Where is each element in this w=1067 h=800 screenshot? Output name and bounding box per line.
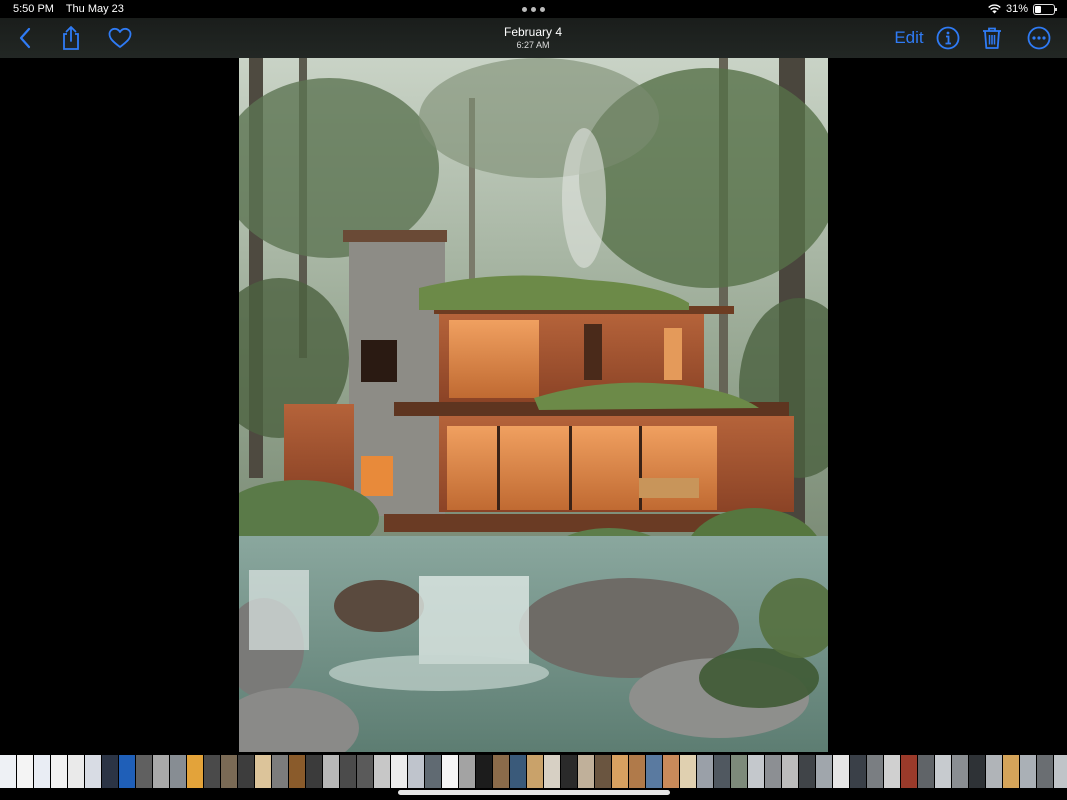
thumbnail[interactable] <box>0 755 16 788</box>
thumbnail[interactable] <box>748 755 764 788</box>
thumbnail[interactable] <box>1003 755 1019 788</box>
thumbnail[interactable] <box>595 755 611 788</box>
thumbnail[interactable] <box>850 755 866 788</box>
info-button[interactable] <box>934 24 962 52</box>
thumbnail[interactable] <box>1020 755 1036 788</box>
delete-button[interactable] <box>978 24 1006 52</box>
thumbnail[interactable] <box>408 755 424 788</box>
thumbnail[interactable] <box>357 755 373 788</box>
chevron-left-icon <box>19 27 31 49</box>
thumbnail[interactable] <box>476 755 492 788</box>
thumbnail[interactable] <box>187 755 203 788</box>
thumbnail[interactable] <box>459 755 475 788</box>
back-button[interactable] <box>12 24 38 52</box>
thumbnail[interactable] <box>1037 755 1053 788</box>
thumbnail[interactable] <box>816 755 832 788</box>
thumbnail[interactable] <box>697 755 713 788</box>
thumbnail[interactable] <box>323 755 339 788</box>
status-left: 5:50 PM Thu May 23 <box>13 3 133 15</box>
photo-time: 6:27 AM <box>516 40 550 50</box>
thumbnail[interactable] <box>136 755 152 788</box>
thumbnail[interactable] <box>680 755 696 788</box>
thumbnail[interactable] <box>799 755 815 788</box>
photo-date: February 4 <box>503 25 563 39</box>
thumbnail[interactable] <box>833 755 849 788</box>
thumbnail[interactable] <box>68 755 84 788</box>
thumbnail[interactable] <box>1054 755 1067 788</box>
edit-button[interactable]: Edit <box>890 24 928 52</box>
thumbnail[interactable] <box>544 755 560 788</box>
battery-percent: 31% <box>1005 3 1028 15</box>
photo-title: February 4 6:27 AM <box>433 25 633 50</box>
thumbnail[interactable] <box>170 755 186 788</box>
photo-toolbar: February 4 6:27 AM Edit <box>0 18 1067 58</box>
trash-icon <box>983 27 1001 49</box>
thumbnail[interactable] <box>901 755 917 788</box>
thumbnail[interactable] <box>391 755 407 788</box>
status-right: 31% <box>988 3 1057 15</box>
thumbnail[interactable] <box>782 755 798 788</box>
battery-icon <box>1033 3 1057 15</box>
thumbnail[interactable] <box>340 755 356 788</box>
thumbnail[interactable] <box>85 755 101 788</box>
photo-image[interactable] <box>239 58 828 752</box>
thumbnail[interactable] <box>102 755 118 788</box>
thumbnail[interactable] <box>561 755 577 788</box>
thumbnail[interactable] <box>646 755 662 788</box>
thumbnail[interactable] <box>272 755 288 788</box>
ellipsis-circle-icon <box>1027 26 1051 50</box>
thumbnail[interactable] <box>204 755 220 788</box>
multitasking-dots[interactable] <box>522 7 546 12</box>
thumbnail-row[interactable] <box>0 755 1067 788</box>
thumbnail[interactable] <box>731 755 747 788</box>
status-bar: 5:50 PM Thu May 23 31% <box>0 0 1067 18</box>
thumbnail[interactable] <box>153 755 169 788</box>
thumbnail[interactable] <box>918 755 934 788</box>
favorite-button[interactable] <box>106 24 134 52</box>
thumbnail[interactable] <box>374 755 390 788</box>
status-time: 5:50 PM <box>13 3 54 15</box>
thumbnail[interactable] <box>884 755 900 788</box>
thumbnail[interactable] <box>17 755 33 788</box>
photo-illustration <box>239 58 828 752</box>
thumbnail[interactable] <box>510 755 526 788</box>
thumbnail[interactable] <box>119 755 135 788</box>
thumbnail[interactable] <box>986 755 1002 788</box>
thumbnail[interactable] <box>289 755 305 788</box>
thumbnail[interactable] <box>34 755 50 788</box>
thumbnail[interactable] <box>765 755 781 788</box>
info-icon <box>936 26 960 50</box>
home-indicator[interactable] <box>398 790 670 795</box>
thumbnail[interactable] <box>493 755 509 788</box>
thumbnail[interactable] <box>306 755 322 788</box>
thumbnail[interactable] <box>425 755 441 788</box>
thumbnail[interactable] <box>629 755 645 788</box>
thumbnail[interactable] <box>714 755 730 788</box>
thumbnail[interactable] <box>221 755 237 788</box>
thumbnail[interactable] <box>51 755 67 788</box>
wifi-icon <box>988 4 1001 14</box>
heart-icon <box>108 27 132 48</box>
thumbnail[interactable] <box>952 755 968 788</box>
status-date: Thu May 23 <box>65 3 124 15</box>
thumbnail[interactable] <box>442 755 458 788</box>
share-icon <box>63 26 79 50</box>
thumbnail[interactable] <box>663 755 679 788</box>
thumbnail[interactable] <box>527 755 543 788</box>
thumbnail[interactable] <box>238 755 254 788</box>
thumbnail[interactable] <box>578 755 594 788</box>
share-button[interactable] <box>58 24 84 52</box>
thumbnail[interactable] <box>612 755 628 788</box>
more-button[interactable] <box>1025 24 1053 52</box>
thumbnail[interactable] <box>867 755 883 788</box>
thumbnail[interactable] <box>935 755 951 788</box>
thumbnail[interactable] <box>969 755 985 788</box>
thumbnail[interactable] <box>255 755 271 788</box>
